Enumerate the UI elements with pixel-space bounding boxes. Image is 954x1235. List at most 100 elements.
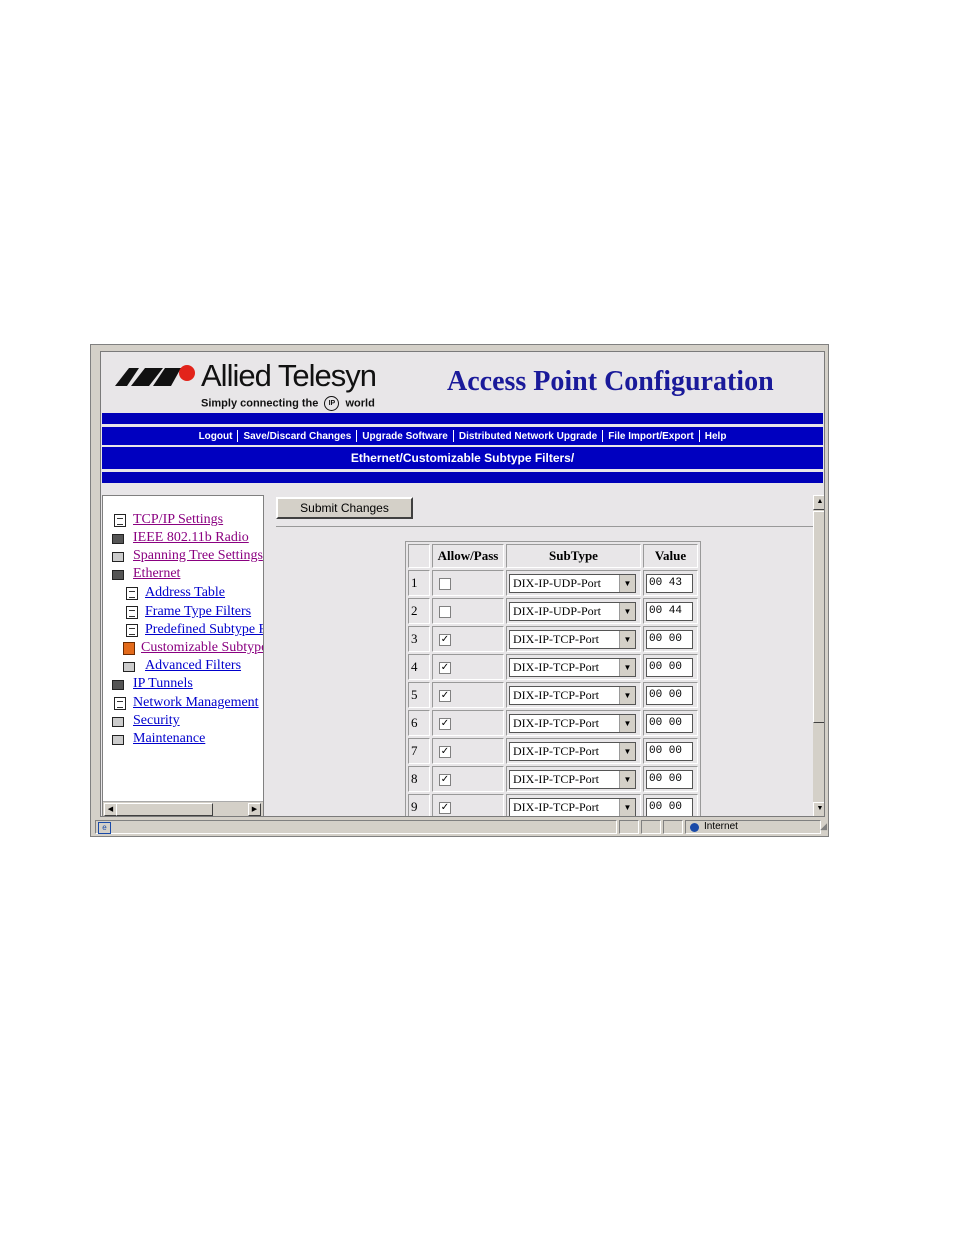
- resize-grip-icon[interactable]: ◢: [820, 821, 827, 832]
- value-input[interactable]: 00 44: [646, 601, 693, 621]
- status-zone: Internet: [685, 820, 821, 834]
- sidebar-item-advanced-filters[interactable]: Advanced Filters: [145, 658, 241, 674]
- sidebar-item-radio[interactable]: IEEE 802.11b Radio: [133, 530, 249, 546]
- subtype-select[interactable]: DIX-IP-TCP-Port ▼: [509, 657, 636, 677]
- sidebar-horizontal-scrollbar[interactable]: ◀ ▶: [103, 801, 263, 816]
- subtype-select[interactable]: DIX-IP-TCP-Port ▼: [509, 713, 636, 733]
- value-input[interactable]: 00 00: [646, 797, 693, 816]
- folder-icon[interactable]: [112, 552, 124, 562]
- nav-file-import-export[interactable]: File Import/Export: [603, 431, 699, 442]
- sidebar-item-address-table[interactable]: Address Table: [145, 585, 225, 601]
- subtype-selected: DIX-IP-TCP-Port: [513, 743, 599, 758]
- subtype-select[interactable]: DIX-IP-TCP-Port ▼: [509, 629, 636, 649]
- chevron-down-icon[interactable]: ▼: [619, 798, 635, 816]
- folder-icon[interactable]: [112, 680, 124, 690]
- chevron-down-icon[interactable]: ▼: [619, 770, 635, 788]
- subtype-select[interactable]: DIX-IP-TCP-Port ▼: [509, 685, 636, 705]
- allow-checkbox[interactable]: ✓: [439, 802, 451, 815]
- allow-checkbox[interactable]: ✓: [439, 662, 451, 675]
- header-divider-bottom: [102, 472, 823, 483]
- subtype-selected: DIX-IP-TCP-Port: [513, 715, 599, 730]
- document-icon: [126, 606, 138, 619]
- folder-icon[interactable]: [112, 717, 124, 727]
- allow-checkbox[interactable]: ✓: [439, 774, 451, 787]
- row-number: 6: [408, 710, 430, 736]
- chevron-down-icon[interactable]: ▼: [619, 630, 635, 648]
- scroll-thumb[interactable]: [813, 511, 824, 723]
- allow-checkbox[interactable]: ✓: [439, 690, 451, 703]
- allow-checkbox[interactable]: ✓: [439, 634, 451, 647]
- subtype-cell: DIX-IP-TCP-Port ▼: [506, 738, 641, 764]
- scroll-thumb[interactable]: [116, 803, 213, 816]
- scroll-down-icon[interactable]: ▼: [813, 802, 824, 816]
- page-title: Access Point Configuration: [447, 366, 774, 397]
- table-row: 2 DIX-IP-UDP-Port ▼ 00 44: [408, 598, 698, 624]
- sidebar-item-customizable-subtype[interactable]: Customizable Subtype Filters: [141, 640, 263, 656]
- subtype-select[interactable]: DIX-IP-TCP-Port ▼: [509, 769, 636, 789]
- allow-cell: ✓: [432, 766, 504, 792]
- chevron-down-icon[interactable]: ▼: [619, 658, 635, 676]
- main-vertical-scrollbar[interactable]: ▲ ▼: [813, 495, 824, 816]
- nav-save-discard[interactable]: Save/Discard Changes: [238, 431, 356, 442]
- globe-icon: [690, 823, 699, 832]
- sidebar-item-ethernet[interactable]: Ethernet: [133, 566, 180, 582]
- sidebar-item-tcpip[interactable]: TCP/IP Settings: [133, 512, 223, 528]
- folder-icon[interactable]: [123, 662, 135, 672]
- nav-logout[interactable]: Logout: [194, 431, 238, 442]
- allow-checkbox[interactable]: [439, 606, 451, 619]
- submit-changes-button[interactable]: Submit Changes: [276, 497, 413, 519]
- nav-upgrade-software[interactable]: Upgrade Software: [357, 431, 453, 442]
- table-row: 9 ✓ DIX-IP-TCP-Port ▼ 00 00: [408, 794, 698, 816]
- subtype-filter-table: Allow/Pass SubType Value 1 DIX-IP-UDP-Por…: [405, 541, 701, 816]
- sidebar-item-frame-type[interactable]: Frame Type Filters: [145, 604, 251, 620]
- value-input[interactable]: 00 00: [646, 629, 693, 649]
- subtype-selected: DIX-IP-TCP-Port: [513, 771, 599, 786]
- chevron-down-icon[interactable]: ▼: [619, 714, 635, 732]
- value-input[interactable]: 00 00: [646, 657, 693, 677]
- status-pane: [663, 820, 683, 834]
- subtype-cell: DIX-IP-TCP-Port ▼: [506, 794, 641, 816]
- subtype-select[interactable]: DIX-IP-TCP-Port ▼: [509, 741, 636, 761]
- subtype-select[interactable]: DIX-IP-UDP-Port ▼: [509, 601, 636, 621]
- chevron-down-icon[interactable]: ▼: [619, 574, 635, 592]
- chevron-down-icon[interactable]: ▼: [619, 602, 635, 620]
- subtype-select[interactable]: DIX-IP-UDP-Port ▼: [509, 573, 636, 593]
- allow-checkbox[interactable]: ✓: [439, 718, 451, 731]
- sidebar-item-maintenance[interactable]: Maintenance: [133, 731, 205, 747]
- chevron-down-icon[interactable]: ▼: [619, 686, 635, 704]
- value-input[interactable]: 00 00: [646, 769, 693, 789]
- sidebar-item-network-management[interactable]: Network Management: [133, 695, 259, 711]
- value-input[interactable]: 00 00: [646, 713, 693, 733]
- allow-checkbox[interactable]: ✓: [439, 746, 451, 759]
- folder-icon[interactable]: [112, 534, 124, 544]
- chevron-down-icon[interactable]: ▼: [619, 742, 635, 760]
- value-input[interactable]: 00 00: [646, 741, 693, 761]
- value-input[interactable]: 00 00: [646, 685, 693, 705]
- sidebar-item-security[interactable]: Security: [133, 713, 180, 729]
- nav-distributed-upgrade[interactable]: Distributed Network Upgrade: [454, 431, 602, 442]
- sidebar-tree: TCP/IP Settings IEEE 802.11b Radio Spann…: [102, 495, 264, 816]
- nav-help[interactable]: Help: [700, 431, 732, 442]
- value-input[interactable]: 00 43: [646, 573, 693, 593]
- page-icon: e: [98, 822, 111, 834]
- allow-cell: ✓: [432, 654, 504, 680]
- sidebar-item-spanning-tree[interactable]: Spanning Tree Settings: [133, 548, 263, 564]
- folder-open-icon[interactable]: [112, 570, 124, 580]
- subtype-cell: DIX-IP-TCP-Port ▼: [506, 710, 641, 736]
- column-header-number: [408, 544, 430, 568]
- value-cell: 00 43: [643, 570, 698, 596]
- page-content: Allied Telesyn Simply connecting the IP …: [100, 351, 825, 817]
- value-cell: 00 00: [643, 710, 698, 736]
- status-zone-label: Internet: [704, 821, 738, 832]
- scroll-right-icon[interactable]: ▶: [248, 803, 261, 816]
- subtype-select[interactable]: DIX-IP-TCP-Port ▼: [509, 797, 636, 816]
- sidebar-item-predefined-subtype[interactable]: Predefined Subtype Filters: [145, 622, 263, 638]
- allow-checkbox[interactable]: [439, 578, 451, 591]
- value-cell: 00 00: [643, 682, 698, 708]
- table-row: 6 ✓ DIX-IP-TCP-Port ▼ 00 00: [408, 710, 698, 736]
- allow-cell: ✓: [432, 710, 504, 736]
- folder-icon[interactable]: [112, 735, 124, 745]
- subtype-cell: DIX-IP-TCP-Port ▼: [506, 626, 641, 652]
- scroll-up-icon[interactable]: ▲: [813, 495, 824, 510]
- sidebar-item-ip-tunnels[interactable]: IP Tunnels: [133, 676, 193, 692]
